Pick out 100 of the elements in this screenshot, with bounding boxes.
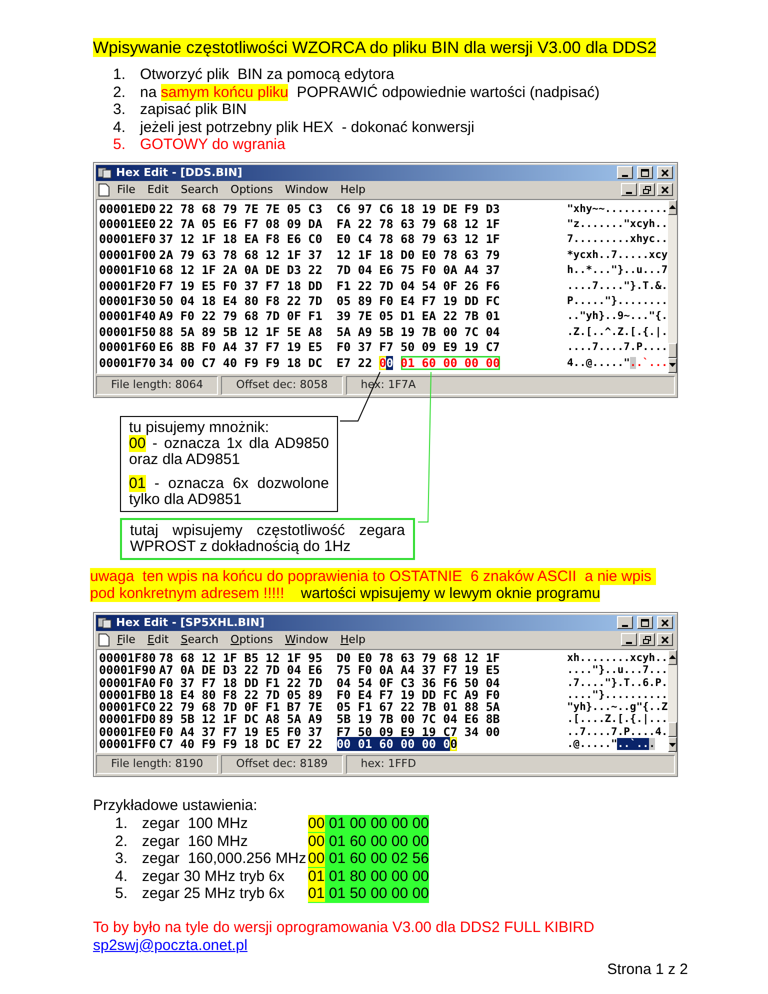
document-icon[interactable] [98,182,110,196]
offset-label: 00001F70 [99,356,157,371]
ascii-text[interactable]: .@....."..`... [567,738,656,750]
hex-bytes[interactable]: 22 79 68 7D 0F F1 B7 7E 05 F1 67 22 7B 01 88 5A [159,701,567,714]
maximize-button[interactable] [637,166,653,179]
menu-item[interactable]: File [112,183,140,196]
ascii-text[interactable]: "yh}...~..g"{..Z [567,701,668,714]
hex-bytes[interactable]: 18 E4 80 F8 22 7D 05 89 F0 E4 F7 19 DD FC A9 F0 [159,688,567,702]
menu-item[interactable]: Search [176,633,224,646]
ascii-text[interactable]: 4..@....."..`... [567,356,668,371]
email-link[interactable]: sp2swj@poczta.onet.pl [93,936,248,955]
ascii-text[interactable]: ...."}..u...7... [567,664,668,677]
hex-bytes[interactable]: 89 5B 12 1F DC A8 5A A9 5B 19 7B 00 7C 04 E6 8B [159,713,567,726]
offset-label: 00001F90 [99,664,157,677]
list-number: 1. [115,815,129,833]
menu-item[interactable]: Edit [142,183,174,196]
close-button[interactable] [657,166,673,179]
offset-label: 00001F10 [99,263,157,279]
restore-icon [643,636,651,644]
hex-bytes[interactable]: F0 A4 37 F7 19 E5 F0 37 F7 50 09 E9 19 C7 34 00 [159,726,567,738]
arrow-down-icon [668,742,676,747]
step-text: jeżeli jest potrzebny plik HEX - dokonać konwersji [140,118,474,136]
menu-item[interactable]: Help [335,183,370,196]
restore-icon [643,186,651,194]
section-heading: Przykładowe ustawienia: [93,797,258,816]
minimize-button[interactable] [621,633,637,646]
scroll-up-button[interactable] [668,650,677,665]
close-icon [661,168,669,176]
ascii-text[interactable]: *ycxh..7.....xcy [567,248,668,264]
close-button[interactable] [657,616,673,630]
hex-bytes[interactable]: 22 78 68 79 7E 7E 05 C3 C6 97 C6 18 19 DE F9 D3 [159,202,567,217]
hex-bytes[interactable]: 88 5A 89 5B 12 1F 5E A8 5A A9 5B 19 7B 00 7C 04 [159,324,567,340]
hex-bytes[interactable]: F7 19 E5 F0 37 F7 18 DD F1 22 7D 04 54 0F 26 F6 [159,278,567,294]
note-text: tu pisujemy mnożnik: [129,420,270,436]
restore-button[interactable] [639,183,655,196]
maximize-icon [641,618,649,627]
menu-item[interactable]: Window [280,633,334,646]
offset-label: 00001FE0 [99,726,157,738]
scroll-up-button[interactable] [668,200,677,214]
note-text: 00 - oznacza 1x dla AD9850 oraz dla AD9851 [129,436,329,468]
list-number: 5. [115,885,129,903]
menu-item[interactable]: File [112,633,140,646]
ascii-text[interactable]: .7...."}.T..6.P. [567,676,668,689]
ascii-text[interactable]: 7.........xhyc.. [567,232,668,248]
offset-label: 00001F30 [99,294,157,310]
scroll-thumb[interactable] [668,722,677,738]
restore-button[interactable] [639,633,655,646]
scroll-down-button[interactable] [668,358,677,373]
hex-bytes[interactable]: 50 04 18 E4 80 F8 22 7D 05 89 F0 E4 F7 19 DD FC [159,294,567,310]
hex-bytes[interactable]: A7 0A DE D3 22 7D 04 E6 75 F0 0A A4 37 F7 19 E5 [159,664,567,677]
hex-bytes[interactable]: 78 68 12 1F B5 12 1F 95 D0 E0 78 63 79 68 12 1F [159,652,567,664]
scrollbar[interactable] [668,650,677,752]
menu-item[interactable]: Edit [142,633,174,646]
scrollbar[interactable] [668,200,677,373]
ascii-text[interactable]: .[....Z.[.{.|... [567,713,668,726]
minimize-button[interactable] [617,166,633,179]
menu-item[interactable]: Options [226,183,278,196]
hex-bytes[interactable]: 22 7A 05 E6 F7 08 09 DA FA 22 78 63 79 68 12 1F [159,216,567,232]
hex-bytes[interactable]: A9 F0 22 79 68 7D 0F F1 39 7E 05 D1 EA 22 7B 01 [159,309,567,325]
offset-label: 00001F00 [99,248,157,264]
close-button[interactable] [657,633,673,646]
arrow-down-icon [668,363,676,368]
menu-item[interactable]: Window [280,183,334,196]
minimize-button[interactable] [621,183,637,196]
ascii-text[interactable]: xh........xcyh.. [567,652,668,664]
offset-label: 00001F60 [99,340,157,356]
hex-bytes[interactable]: 37 12 1F 18 EA F8 E6 C0 E0 C4 78 68 79 63 12 1F [159,232,567,248]
setting-label: zegar 160 MHz [142,832,249,850]
offset-label: 00001F20 [99,278,157,294]
hex-bytes[interactable]: 68 12 1F 2A 0A DE D3 22 7D 04 E6 75 F0 0A A4 37 [159,263,567,279]
ascii-text[interactable]: ..7....7.P....4. [567,726,668,738]
ascii-text[interactable]: .Z.[..^.Z.[.{.|. [567,324,668,340]
status-field: Offset dec: 8058 [221,376,343,395]
hex-bytes[interactable]: 2A 79 63 78 68 12 1F 37 12 1F 18 D0 E0 78 63 79 [159,248,567,264]
ascii-text[interactable]: ...."}.......... [567,688,668,702]
setting-label: zegar 25 MHz tryb 6x [142,885,286,903]
document-icon[interactable] [98,632,110,647]
minimize-button[interactable] [617,616,633,630]
ascii-text[interactable]: .."yh}..9~..."{. [567,309,668,325]
setting-value: 00 01 60 00 02 56 [308,850,429,868]
offset-label: 00001F40 [99,309,157,325]
status-field: File length: 8190 [96,755,218,774]
ascii-text[interactable]: "xhy~~.......... [567,202,668,217]
hex-bytes[interactable]: E6 8B F0 A4 37 F7 19 E5 F0 37 F7 50 09 E9 19 C7 [159,340,567,356]
scroll-down-button[interactable] [668,737,677,752]
offset-label: 00001FC0 [99,701,157,714]
maximize-button[interactable] [637,616,653,630]
ascii-text[interactable]: h..*..."}..u...7 [567,263,668,279]
app-icon [98,166,112,178]
menu-item[interactable]: Search [176,183,224,196]
ascii-text[interactable]: "z......."xcyh.. [567,216,668,232]
ascii-text[interactable]: ....7...."}.T.&. [567,278,668,294]
close-button[interactable] [657,183,673,196]
menu-item[interactable]: Help [335,633,370,646]
setting-label: zegar 100 MHz [142,815,249,833]
hex-bytes[interactable]: F0 37 F7 18 DD F1 22 7D 04 54 0F C3 36 F6 50 04 [159,676,567,689]
ascii-text[interactable]: ....7....7.P.... [567,340,668,356]
scroll-thumb[interactable] [668,342,677,358]
ascii-text[interactable]: P....."}........ [567,294,668,310]
menu-item[interactable]: Options [226,633,278,646]
